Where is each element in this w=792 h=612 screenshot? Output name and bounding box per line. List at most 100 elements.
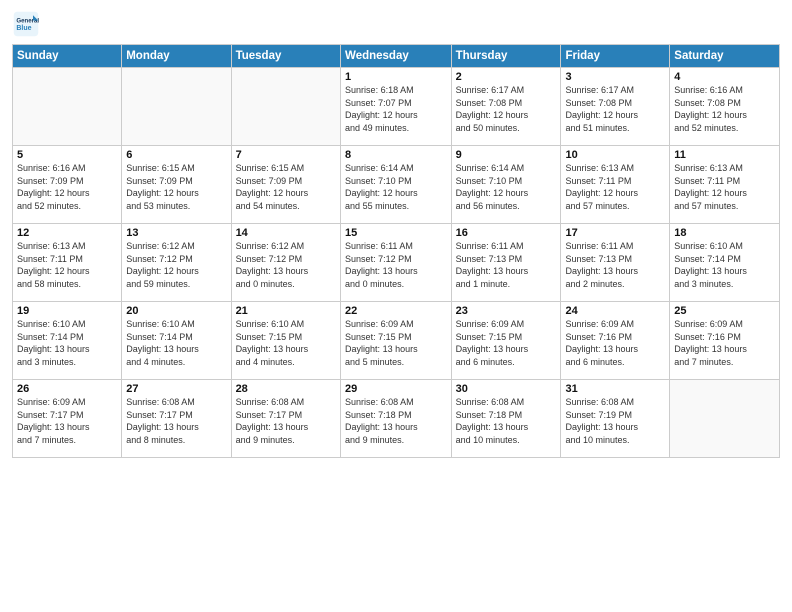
page-container: General Blue SundayMondayTuesdayWednesda… (0, 0, 792, 466)
day-number: 2 (456, 71, 557, 83)
day-number: 29 (345, 383, 447, 395)
calendar-cell: 29Sunrise: 6:08 AM Sunset: 7:18 PM Dayli… (341, 380, 452, 458)
day-number: 16 (456, 227, 557, 239)
day-info: Sunrise: 6:08 AM Sunset: 7:18 PM Dayligh… (456, 396, 557, 446)
day-number: 3 (565, 71, 665, 83)
calendar-week-4: 19Sunrise: 6:10 AM Sunset: 7:14 PM Dayli… (13, 302, 780, 380)
day-info: Sunrise: 6:13 AM Sunset: 7:11 PM Dayligh… (565, 162, 665, 212)
day-number: 1 (345, 71, 447, 83)
day-number: 6 (126, 149, 226, 161)
day-number: 14 (236, 227, 336, 239)
calendar-cell: 14Sunrise: 6:12 AM Sunset: 7:12 PM Dayli… (231, 224, 340, 302)
day-number: 28 (236, 383, 336, 395)
day-number: 26 (17, 383, 117, 395)
day-number: 9 (456, 149, 557, 161)
day-info: Sunrise: 6:16 AM Sunset: 7:08 PM Dayligh… (674, 84, 775, 134)
day-info: Sunrise: 6:09 AM Sunset: 7:15 PM Dayligh… (345, 318, 447, 368)
day-info: Sunrise: 6:09 AM Sunset: 7:15 PM Dayligh… (456, 318, 557, 368)
day-info: Sunrise: 6:09 AM Sunset: 7:17 PM Dayligh… (17, 396, 117, 446)
calendar-cell: 22Sunrise: 6:09 AM Sunset: 7:15 PM Dayli… (341, 302, 452, 380)
day-number: 23 (456, 305, 557, 317)
day-info: Sunrise: 6:14 AM Sunset: 7:10 PM Dayligh… (345, 162, 447, 212)
day-info: Sunrise: 6:15 AM Sunset: 7:09 PM Dayligh… (236, 162, 336, 212)
calendar-cell: 31Sunrise: 6:08 AM Sunset: 7:19 PM Dayli… (561, 380, 670, 458)
calendar-cell: 7Sunrise: 6:15 AM Sunset: 7:09 PM Daylig… (231, 146, 340, 224)
day-number: 21 (236, 305, 336, 317)
weekday-header-wednesday: Wednesday (341, 45, 452, 68)
calendar-cell: 23Sunrise: 6:09 AM Sunset: 7:15 PM Dayli… (451, 302, 561, 380)
calendar-cell: 1Sunrise: 6:18 AM Sunset: 7:07 PM Daylig… (341, 68, 452, 146)
calendar-cell: 4Sunrise: 6:16 AM Sunset: 7:08 PM Daylig… (670, 68, 780, 146)
logo-icon: General Blue (12, 10, 40, 38)
weekday-header-sunday: Sunday (13, 45, 122, 68)
day-number: 12 (17, 227, 117, 239)
day-info: Sunrise: 6:10 AM Sunset: 7:14 PM Dayligh… (126, 318, 226, 368)
day-info: Sunrise: 6:12 AM Sunset: 7:12 PM Dayligh… (236, 240, 336, 290)
calendar-cell: 15Sunrise: 6:11 AM Sunset: 7:12 PM Dayli… (341, 224, 452, 302)
day-info: Sunrise: 6:08 AM Sunset: 7:17 PM Dayligh… (126, 396, 226, 446)
calendar-cell: 25Sunrise: 6:09 AM Sunset: 7:16 PM Dayli… (670, 302, 780, 380)
calendar-week-1: 1Sunrise: 6:18 AM Sunset: 7:07 PM Daylig… (13, 68, 780, 146)
calendar-cell: 3Sunrise: 6:17 AM Sunset: 7:08 PM Daylig… (561, 68, 670, 146)
weekday-header-friday: Friday (561, 45, 670, 68)
day-number: 27 (126, 383, 226, 395)
calendar-cell (670, 380, 780, 458)
svg-text:Blue: Blue (16, 25, 31, 32)
calendar-cell: 18Sunrise: 6:10 AM Sunset: 7:14 PM Dayli… (670, 224, 780, 302)
day-number: 5 (17, 149, 117, 161)
day-info: Sunrise: 6:11 AM Sunset: 7:12 PM Dayligh… (345, 240, 447, 290)
day-info: Sunrise: 6:09 AM Sunset: 7:16 PM Dayligh… (674, 318, 775, 368)
day-info: Sunrise: 6:14 AM Sunset: 7:10 PM Dayligh… (456, 162, 557, 212)
weekday-header-thursday: Thursday (451, 45, 561, 68)
calendar-cell: 5Sunrise: 6:16 AM Sunset: 7:09 PM Daylig… (13, 146, 122, 224)
calendar-week-3: 12Sunrise: 6:13 AM Sunset: 7:11 PM Dayli… (13, 224, 780, 302)
day-number: 8 (345, 149, 447, 161)
calendar-cell: 11Sunrise: 6:13 AM Sunset: 7:11 PM Dayli… (670, 146, 780, 224)
day-number: 13 (126, 227, 226, 239)
calendar-cell: 6Sunrise: 6:15 AM Sunset: 7:09 PM Daylig… (122, 146, 231, 224)
calendar-cell: 16Sunrise: 6:11 AM Sunset: 7:13 PM Dayli… (451, 224, 561, 302)
day-info: Sunrise: 6:08 AM Sunset: 7:18 PM Dayligh… (345, 396, 447, 446)
calendar-cell: 20Sunrise: 6:10 AM Sunset: 7:14 PM Dayli… (122, 302, 231, 380)
calendar-cell: 12Sunrise: 6:13 AM Sunset: 7:11 PM Dayli… (13, 224, 122, 302)
day-number: 20 (126, 305, 226, 317)
calendar-cell: 21Sunrise: 6:10 AM Sunset: 7:15 PM Dayli… (231, 302, 340, 380)
day-number: 31 (565, 383, 665, 395)
calendar-cell: 8Sunrise: 6:14 AM Sunset: 7:10 PM Daylig… (341, 146, 452, 224)
calendar-cell: 2Sunrise: 6:17 AM Sunset: 7:08 PM Daylig… (451, 68, 561, 146)
day-number: 18 (674, 227, 775, 239)
calendar-week-5: 26Sunrise: 6:09 AM Sunset: 7:17 PM Dayli… (13, 380, 780, 458)
day-info: Sunrise: 6:11 AM Sunset: 7:13 PM Dayligh… (565, 240, 665, 290)
day-info: Sunrise: 6:10 AM Sunset: 7:14 PM Dayligh… (17, 318, 117, 368)
day-info: Sunrise: 6:10 AM Sunset: 7:15 PM Dayligh… (236, 318, 336, 368)
day-number: 11 (674, 149, 775, 161)
calendar-cell: 26Sunrise: 6:09 AM Sunset: 7:17 PM Dayli… (13, 380, 122, 458)
day-number: 19 (17, 305, 117, 317)
day-number: 17 (565, 227, 665, 239)
calendar-cell: 24Sunrise: 6:09 AM Sunset: 7:16 PM Dayli… (561, 302, 670, 380)
day-number: 25 (674, 305, 775, 317)
day-number: 7 (236, 149, 336, 161)
calendar-cell: 27Sunrise: 6:08 AM Sunset: 7:17 PM Dayli… (122, 380, 231, 458)
day-number: 30 (456, 383, 557, 395)
day-info: Sunrise: 6:18 AM Sunset: 7:07 PM Dayligh… (345, 84, 447, 134)
day-info: Sunrise: 6:08 AM Sunset: 7:19 PM Dayligh… (565, 396, 665, 446)
header-row: General Blue (12, 10, 780, 38)
day-number: 10 (565, 149, 665, 161)
day-number: 22 (345, 305, 447, 317)
calendar-cell: 17Sunrise: 6:11 AM Sunset: 7:13 PM Dayli… (561, 224, 670, 302)
day-number: 15 (345, 227, 447, 239)
day-info: Sunrise: 6:10 AM Sunset: 7:14 PM Dayligh… (674, 240, 775, 290)
calendar-cell (122, 68, 231, 146)
calendar-cell: 30Sunrise: 6:08 AM Sunset: 7:18 PM Dayli… (451, 380, 561, 458)
day-info: Sunrise: 6:13 AM Sunset: 7:11 PM Dayligh… (674, 162, 775, 212)
calendar-cell: 28Sunrise: 6:08 AM Sunset: 7:17 PM Dayli… (231, 380, 340, 458)
logo: General Blue (12, 10, 44, 38)
day-info: Sunrise: 6:11 AM Sunset: 7:13 PM Dayligh… (456, 240, 557, 290)
day-info: Sunrise: 6:12 AM Sunset: 7:12 PM Dayligh… (126, 240, 226, 290)
calendar-cell (13, 68, 122, 146)
day-info: Sunrise: 6:17 AM Sunset: 7:08 PM Dayligh… (565, 84, 665, 134)
calendar-cell: 10Sunrise: 6:13 AM Sunset: 7:11 PM Dayli… (561, 146, 670, 224)
weekday-header-saturday: Saturday (670, 45, 780, 68)
calendar-cell: 19Sunrise: 6:10 AM Sunset: 7:14 PM Dayli… (13, 302, 122, 380)
